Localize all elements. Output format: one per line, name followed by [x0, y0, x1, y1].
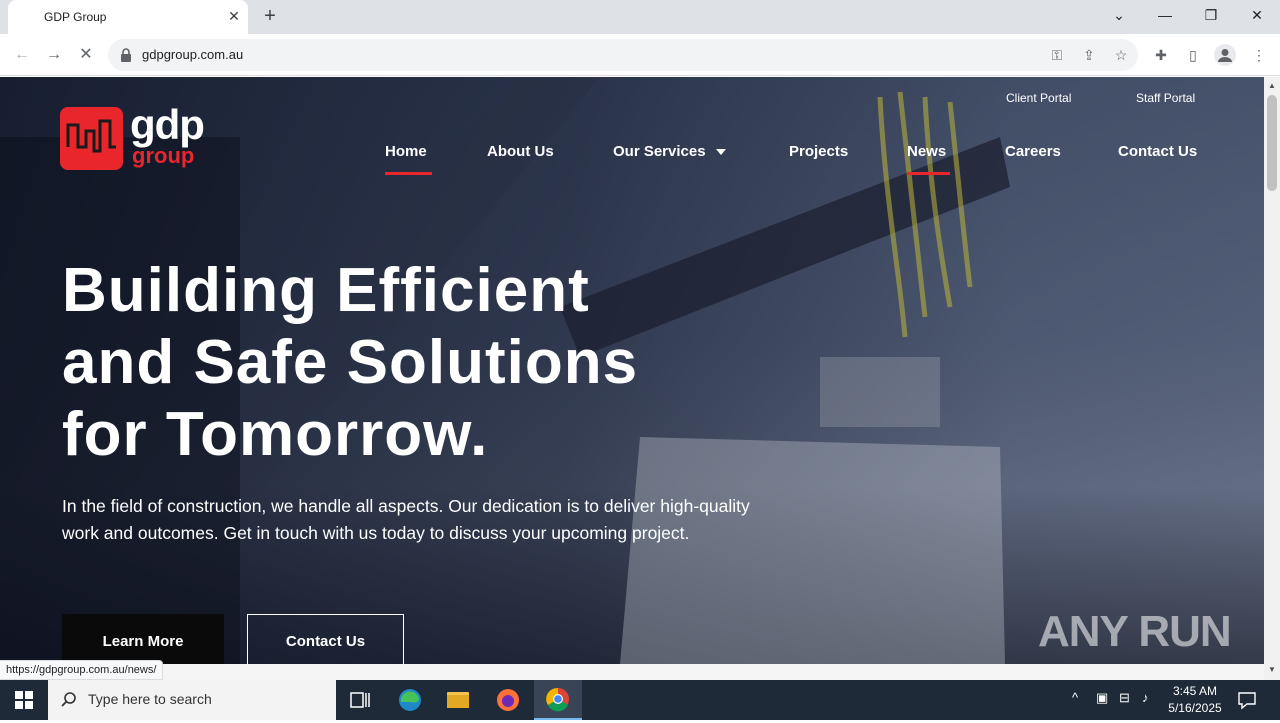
anyrun-watermark: ANY RUN [1038, 607, 1232, 656]
windows-start-icon[interactable] [0, 680, 48, 720]
nav-our-services[interactable]: Our Services [613, 143, 726, 160]
browser-tab[interactable]: GDP Group ✕ [8, 0, 248, 34]
nav-contact-us[interactable]: Contact Us [1118, 143, 1197, 160]
nav-home-active-indicator [385, 172, 432, 175]
forward-button[interactable]: → [42, 43, 66, 67]
browser-toolbar: ← → ✕ gdpgroup.com.au ⚿ ⇪ ☆ ✚ ▯ ⋮ [0, 34, 1280, 76]
taskbar-search-placeholder: Type here to search [88, 691, 212, 707]
extensions-icon[interactable]: ✚ [1152, 46, 1170, 64]
link-status-bubble: https://gdpgroup.com.au/news/ [0, 660, 164, 680]
staff-portal-link[interactable]: Staff Portal [1136, 91, 1195, 105]
chrome-taskbar-button[interactable] [534, 680, 582, 720]
nav-our-services-label: Our Services [613, 143, 706, 160]
stop-loading-button[interactable]: ✕ [74, 43, 98, 67]
edge-browser-icon[interactable] [386, 680, 434, 720]
task-view-icon[interactable] [336, 680, 384, 720]
bookmark-star-icon[interactable]: ☆ [1112, 46, 1130, 64]
tray-overflow-icon[interactable]: ^ [1072, 690, 1078, 705]
logo-text-primary: gdp [130, 101, 205, 148]
notifications-icon[interactable] [1236, 689, 1258, 711]
nav-news[interactable]: News [907, 143, 946, 160]
url-text: gdpgroup.com.au [142, 47, 244, 62]
key-icon[interactable]: ⚿ [1048, 46, 1066, 64]
network-icon[interactable]: ⊟ [1119, 690, 1130, 706]
chrome-icon [546, 687, 569, 712]
nav-about-us[interactable]: About Us [487, 143, 554, 160]
new-tab-button[interactable]: + [258, 5, 282, 29]
share-icon[interactable]: ⇪ [1080, 46, 1098, 64]
volume-icon[interactable]: ♪ [1142, 690, 1149, 705]
restore-button[interactable]: ❐ [1188, 0, 1234, 30]
tab-strip: GDP Group ✕ + ⌄ — ❐ ✕ [0, 0, 1280, 34]
address-bar[interactable]: gdpgroup.com.au ⚿ ⇪ ☆ [108, 39, 1138, 71]
taskbar-clock[interactable]: 3:45 AM 5/16/2025 [1160, 683, 1230, 717]
tab-search-icon[interactable]: ⌄ [1096, 0, 1142, 30]
nav-news-hover-indicator [907, 172, 950, 175]
site-logo[interactable]: gdp group [60, 101, 220, 177]
back-button[interactable]: ← [10, 43, 34, 67]
nav-home[interactable]: Home [385, 143, 427, 160]
hero-section: gdp group Client Portal Staff Portal Hom… [0, 77, 1264, 664]
clock-date: 5/16/2025 [1168, 701, 1222, 715]
nav-careers[interactable]: Careers [1005, 143, 1061, 160]
tab-title: GDP Group [44, 10, 107, 24]
hero-headline: Building Efficient and Safe Solutions fo… [62, 255, 782, 471]
lock-icon [121, 48, 131, 62]
profile-avatar-icon[interactable] [1214, 44, 1236, 66]
minimize-button[interactable]: — [1142, 0, 1188, 30]
learn-more-button[interactable]: Learn More [62, 614, 224, 664]
clock-time: 3:45 AM [1172, 684, 1218, 698]
page-scrollbar[interactable]: ▲ ▼ [1264, 77, 1280, 680]
file-explorer-icon[interactable] [434, 680, 482, 720]
hero-headline-line-3: for Tomorrow. [62, 400, 489, 469]
search-icon [61, 692, 76, 707]
hero-headline-line-1: Building Efficient [62, 256, 590, 325]
scroll-up-arrow-icon[interactable]: ▲ [1268, 81, 1276, 90]
site-favicon-icon [25, 11, 37, 23]
chevron-down-icon [715, 149, 726, 156]
logo-text-secondary: group [132, 143, 195, 168]
taskbar-search-box[interactable]: Type here to search [48, 680, 336, 720]
meet-now-icon[interactable]: ▣ [1096, 690, 1108, 706]
nav-projects[interactable]: Projects [789, 143, 848, 160]
close-tab-icon[interactable]: ✕ [226, 8, 242, 24]
close-window-button[interactable]: ✕ [1234, 0, 1280, 30]
side-panel-icon[interactable]: ▯ [1184, 46, 1202, 64]
hero-headline-line-2: and Safe Solutions [62, 328, 639, 397]
hero-subtext: In the field of construction, we handle … [62, 496, 750, 543]
contact-us-button[interactable]: Contact Us [247, 614, 404, 664]
page-bottom-edge [0, 664, 1264, 680]
firefox-icon[interactable] [484, 680, 532, 720]
scrollbar-thumb[interactable] [1267, 95, 1277, 191]
client-portal-link[interactable]: Client Portal [1006, 91, 1071, 105]
scroll-down-arrow-icon[interactable]: ▼ [1268, 665, 1276, 674]
windows-taskbar: Type here to search ^ ▣ ⊟ ♪ 3:45 AM 5/16… [0, 680, 1280, 720]
logo-mark-icon [60, 107, 123, 170]
browser-menu-icon[interactable]: ⋮ [1250, 46, 1268, 64]
